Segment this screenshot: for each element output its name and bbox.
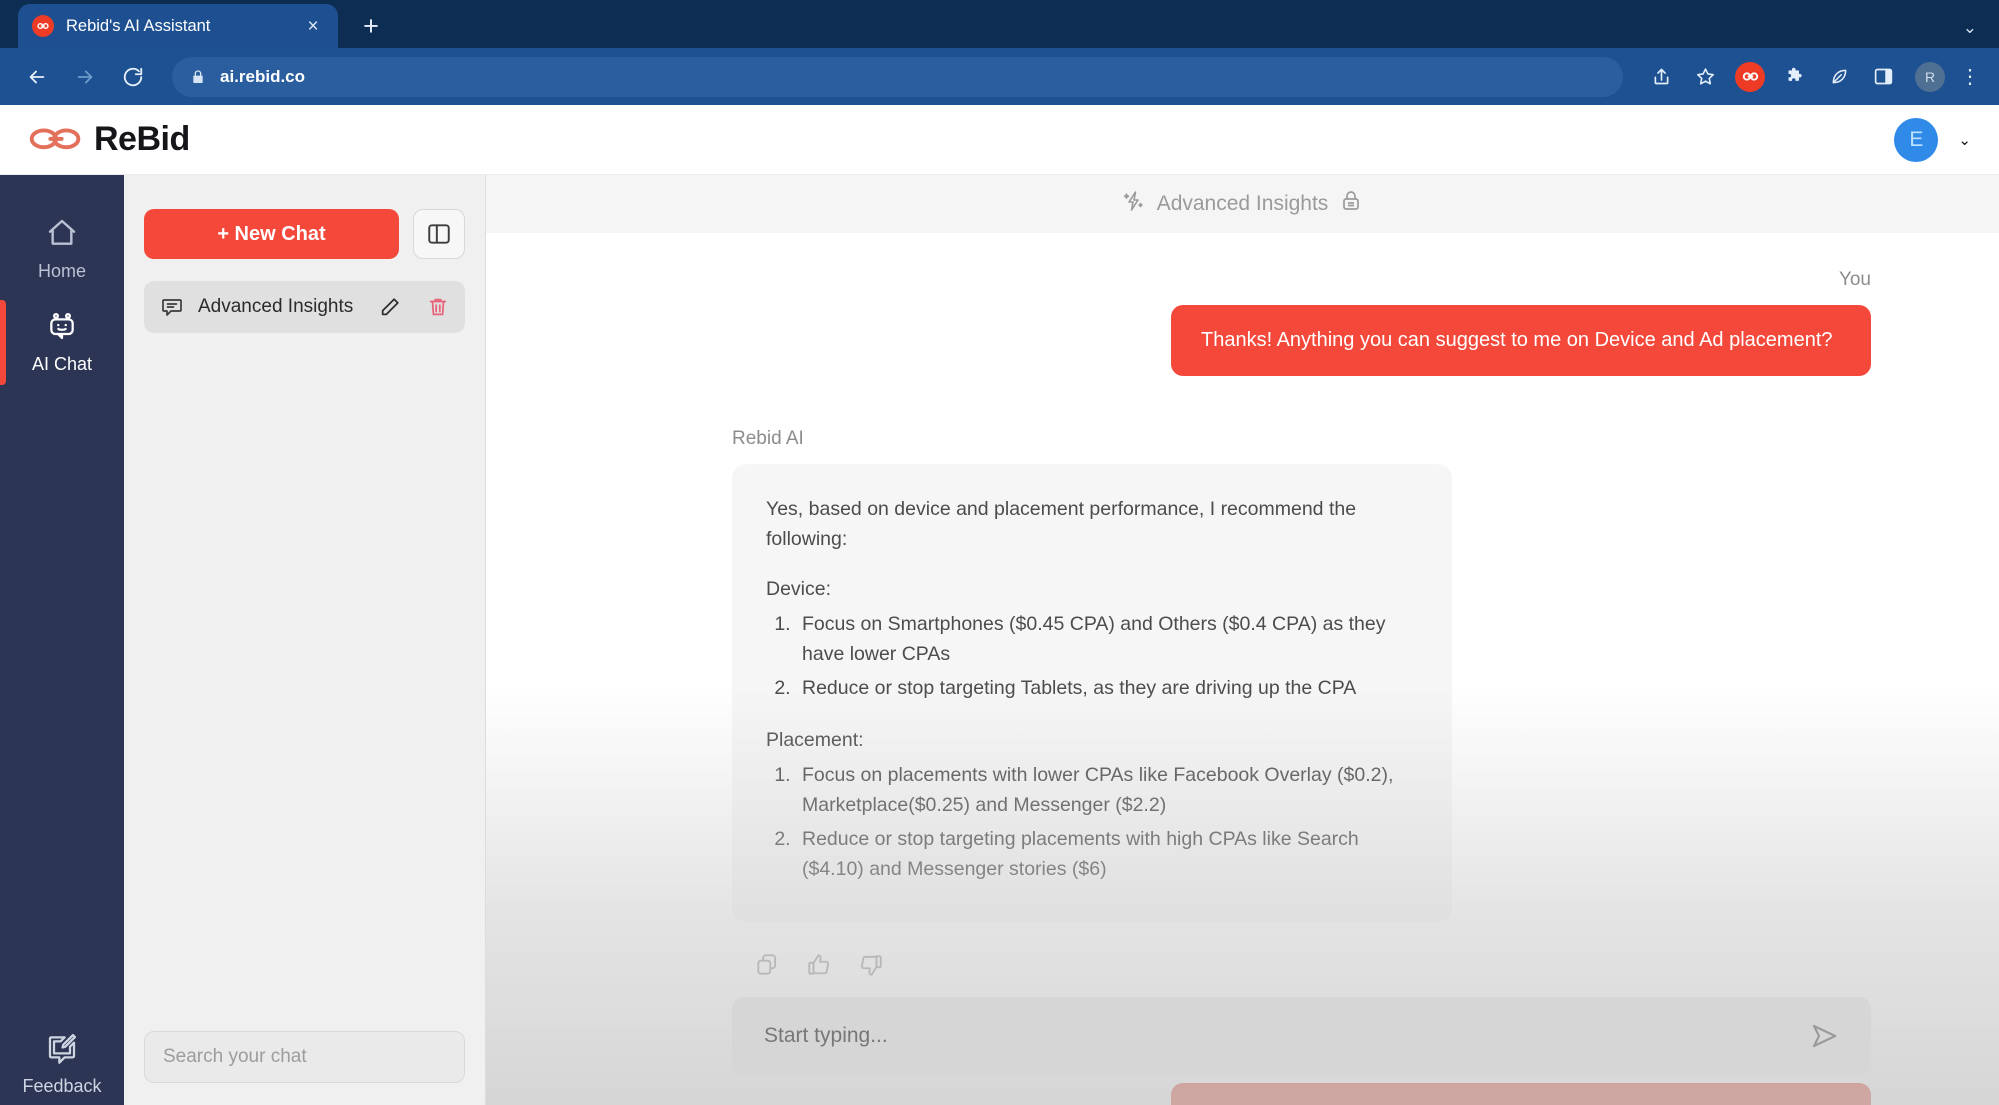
app-header-right: E ⌄ bbox=[1894, 117, 1971, 162]
address-bar[interactable]: ai.rebid.co bbox=[172, 56, 1623, 97]
chevron-down-icon[interactable]: ⌄ bbox=[1963, 18, 1977, 38]
browser-profile-avatar[interactable]: R bbox=[1915, 61, 1945, 92]
close-icon[interactable]: × bbox=[302, 17, 324, 36]
message-role: You bbox=[1838, 269, 1871, 290]
sparkle-bolt-icon bbox=[1122, 189, 1146, 219]
list-item: Focus on placements with lower CPAs like… bbox=[796, 760, 1418, 820]
sidebar-item-label: AI Chat bbox=[31, 354, 93, 374]
conversation-area: Advanced Insights You Thanks! Anything y… bbox=[486, 175, 1999, 1105]
assistant-intro: Yes, based on device and placement perfo… bbox=[766, 498, 1357, 551]
composer bbox=[732, 997, 1871, 1075]
back-icon[interactable] bbox=[16, 56, 58, 98]
app-body: Home AI Chat Feedback + New Chat Advance… bbox=[0, 175, 1999, 1105]
message-user: You Thanks! Anything you can suggest to … bbox=[732, 269, 1871, 376]
list-item: Reduce or stop targeting placements with… bbox=[796, 824, 1418, 884]
robot-icon bbox=[46, 310, 78, 347]
conversation-title: Advanced Insights bbox=[1156, 192, 1329, 215]
section-title-placement: Placement: bbox=[766, 729, 864, 752]
chat-panel-toolbar: + New Chat bbox=[144, 209, 465, 259]
search-input[interactable] bbox=[144, 1031, 465, 1083]
pencil-icon[interactable] bbox=[379, 296, 401, 318]
forward-icon[interactable] bbox=[64, 56, 106, 98]
message-assistant: Rebid AI Yes, based on device and placem… bbox=[732, 428, 1871, 983]
home-icon bbox=[46, 217, 78, 254]
message-role: Rebid AI bbox=[732, 428, 804, 449]
app-header: ReBid E ⌄ bbox=[0, 105, 1999, 175]
thumbs-down-icon[interactable] bbox=[858, 952, 884, 983]
browser-tab[interactable]: Rebid's AI Assistant × bbox=[18, 4, 338, 48]
chain-link-logo-icon bbox=[28, 123, 84, 157]
reload-icon[interactable] bbox=[112, 56, 154, 98]
lock-icon bbox=[190, 68, 206, 86]
browser-tab-title: Rebid's AI Assistant bbox=[66, 16, 211, 35]
brand-logo[interactable]: ReBid bbox=[28, 120, 190, 159]
browser-tabstrip: Rebid's AI Assistant × + ⌄ bbox=[0, 0, 1999, 48]
section-list-device: Focus on Smartphones ($0.45 CPA) and Oth… bbox=[766, 609, 1418, 704]
sidebar-item-feedback[interactable]: Feedback bbox=[0, 1032, 124, 1105]
extensions-puzzle-icon[interactable] bbox=[1775, 57, 1815, 97]
thumbs-up-icon[interactable] bbox=[806, 952, 832, 983]
lock-icon bbox=[1339, 189, 1363, 219]
send-arrow-icon[interactable] bbox=[1809, 1021, 1839, 1051]
message-bubble: Yes, based on device and placement perfo… bbox=[732, 464, 1452, 923]
sidebar-toggle-icon[interactable] bbox=[413, 209, 465, 259]
list-item: Focus on Smartphones ($0.45 CPA) and Oth… bbox=[796, 609, 1418, 669]
leaf-icon[interactable] bbox=[1819, 57, 1859, 97]
section-list-placement: Focus on placements with lower CPAs like… bbox=[766, 760, 1418, 885]
chevron-down-icon[interactable]: ⌄ bbox=[1958, 131, 1971, 149]
chat-bubble-icon bbox=[160, 295, 184, 319]
rebid-extension-icon[interactable] bbox=[1735, 61, 1765, 92]
message-input[interactable] bbox=[764, 1024, 1791, 1048]
copy-icon[interactable] bbox=[754, 952, 780, 983]
browser-toolbar-icons: R ⋮ bbox=[1641, 57, 1983, 97]
chat-list-panel: + New Chat Advanced Insights bbox=[124, 175, 486, 1105]
new-chat-button[interactable]: + New Chat bbox=[144, 209, 399, 259]
sidebar-item-label: Feedback bbox=[22, 1076, 102, 1096]
trash-icon[interactable] bbox=[427, 296, 449, 318]
rebid-link-icon bbox=[32, 15, 54, 37]
brand-name: ReBid bbox=[94, 120, 190, 158]
address-bar-url: ai.rebid.co bbox=[220, 66, 306, 86]
conversation-title: Advanced Insights bbox=[198, 296, 354, 317]
user-avatar[interactable]: E bbox=[1894, 117, 1939, 162]
section-title-device: Device: bbox=[766, 578, 832, 601]
list-item[interactable]: Advanced Insights bbox=[144, 281, 465, 333]
sidebar-item-ai-chat[interactable]: AI Chat bbox=[0, 296, 124, 389]
sidebar-item-label: Home bbox=[37, 261, 86, 281]
nav-rail: Home AI Chat Feedback bbox=[0, 175, 124, 1105]
message-bubble: Thanks! Anything you can suggest to me o… bbox=[1171, 305, 1871, 376]
list-item: Reduce or stop targeting Tablets, as the… bbox=[796, 673, 1418, 703]
side-panel-icon[interactable] bbox=[1863, 57, 1903, 97]
browser-menu-icon[interactable]: ⋮ bbox=[1957, 67, 1983, 87]
bookmark-star-icon[interactable] bbox=[1685, 57, 1725, 97]
conversation-header: Advanced Insights bbox=[486, 175, 1999, 233]
message-bubble: Are there any temporal trends or correla… bbox=[1171, 1083, 1871, 1105]
share-icon[interactable] bbox=[1641, 57, 1681, 97]
message-thread: You Thanks! Anything you can suggest to … bbox=[486, 233, 1999, 1105]
message-actions bbox=[754, 952, 1871, 983]
feedback-edit-icon bbox=[46, 1032, 78, 1069]
sidebar-item-home[interactable]: Home bbox=[0, 203, 124, 296]
new-tab-button[interactable]: + bbox=[354, 11, 388, 42]
browser-toolbar: ai.rebid.co R ⋮ bbox=[0, 48, 1999, 105]
